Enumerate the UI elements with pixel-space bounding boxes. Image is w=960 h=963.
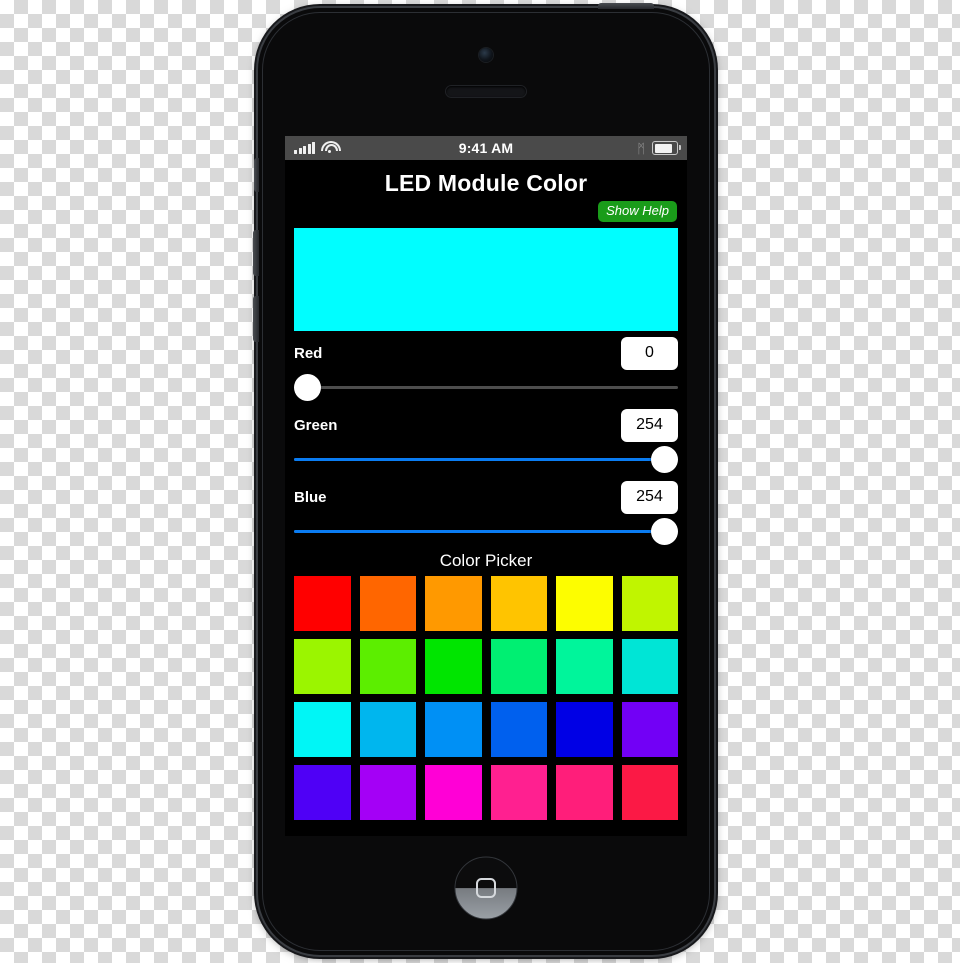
- phone-screen: 9:41 AM ᛗ LED Module Color Show Help Red…: [285, 136, 687, 836]
- power-button[interactable]: [598, 3, 654, 9]
- iphone-device-frame: 9:41 AM ᛗ LED Module Color Show Help Red…: [253, 3, 714, 955]
- color-swatch[interactable]: [621, 576, 678, 632]
- color-swatch[interactable]: [425, 765, 482, 821]
- color-swatch[interactable]: [425, 576, 482, 632]
- color-swatch[interactable]: [294, 765, 351, 821]
- green-channel-value[interactable]: 254: [621, 408, 678, 442]
- color-swatch[interactable]: [359, 639, 416, 695]
- color-swatch[interactable]: [294, 639, 351, 695]
- help-button-row: Show Help: [294, 201, 678, 223]
- color-swatch[interactable]: [359, 765, 416, 821]
- volume-up-button[interactable]: [253, 230, 259, 276]
- green-slider-thumb[interactable]: [651, 446, 678, 474]
- green-channel-slider[interactable]: [294, 446, 678, 474]
- color-picker-grid: [294, 576, 678, 821]
- earpiece-speaker-icon: [446, 86, 526, 97]
- color-swatch[interactable]: [490, 639, 547, 695]
- green-channel-row: Green 254: [294, 403, 678, 447]
- color-swatch[interactable]: [621, 639, 678, 695]
- color-swatch[interactable]: [556, 702, 613, 758]
- blue-channel-value[interactable]: 254: [621, 480, 678, 514]
- app-content: LED Module Color Show Help Red 0 Green 2…: [285, 170, 687, 821]
- color-swatch[interactable]: [621, 765, 678, 821]
- green-slider-fill: [294, 458, 678, 462]
- red-channel-slider[interactable]: [294, 374, 678, 402]
- color-swatch[interactable]: [294, 702, 351, 758]
- color-swatch[interactable]: [490, 702, 547, 758]
- blue-channel-label: Blue: [294, 488, 327, 506]
- color-picker-title: Color Picker: [439, 551, 533, 571]
- color-swatch[interactable]: [425, 639, 482, 695]
- color-swatch[interactable]: [359, 702, 416, 758]
- front-camera-icon: [479, 48, 493, 62]
- show-help-button[interactable]: Show Help: [598, 201, 677, 223]
- home-button[interactable]: [454, 856, 518, 920]
- color-swatch[interactable]: [621, 702, 678, 758]
- blue-slider-thumb[interactable]: [651, 518, 678, 546]
- page-title: LED Module Color: [384, 170, 588, 196]
- battery-icon: [652, 141, 681, 155]
- color-swatch[interactable]: [490, 765, 547, 821]
- blue-slider-fill: [294, 530, 678, 534]
- green-channel-label: Green: [294, 416, 338, 434]
- color-swatch[interactable]: [556, 765, 613, 821]
- color-preview-swatch: [294, 228, 678, 332]
- color-swatch[interactable]: [294, 576, 351, 632]
- red-slider-track[interactable]: [294, 386, 678, 390]
- red-channel-label: Red: [294, 344, 323, 362]
- color-swatch[interactable]: [359, 576, 416, 632]
- color-swatch[interactable]: [490, 576, 547, 632]
- status-bar: 9:41 AM ᛗ: [285, 136, 687, 160]
- blue-channel-row: Blue 254: [294, 475, 678, 519]
- color-swatch[interactable]: [425, 702, 482, 758]
- silent-switch-button[interactable]: [254, 158, 259, 192]
- blue-channel-slider[interactable]: [294, 518, 678, 546]
- color-swatch[interactable]: [556, 639, 613, 695]
- red-channel-value[interactable]: 0: [621, 336, 678, 370]
- red-channel-row: Red 0: [294, 331, 678, 375]
- status-bar-clock: 9:41 AM: [458, 140, 514, 156]
- red-slider-thumb[interactable]: [294, 374, 321, 402]
- color-swatch[interactable]: [556, 576, 613, 632]
- volume-down-button[interactable]: [253, 296, 259, 342]
